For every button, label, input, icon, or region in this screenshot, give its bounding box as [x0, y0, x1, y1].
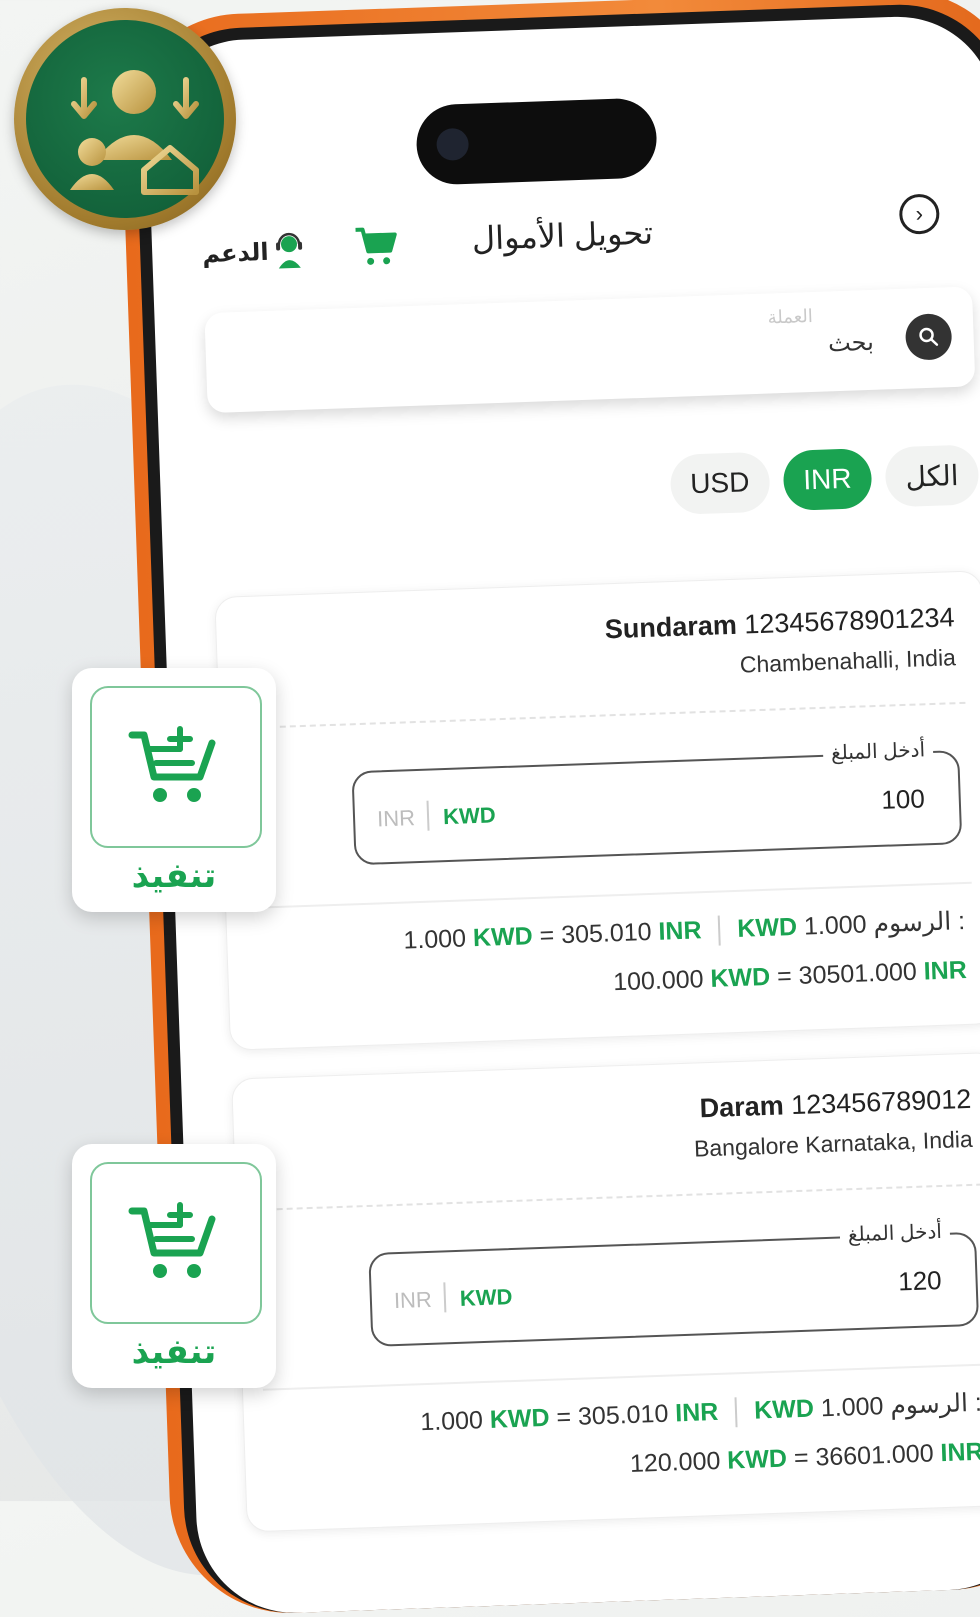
total-right-currency: INR	[923, 955, 968, 986]
fee-label: الرسوم :	[872, 906, 966, 939]
recipient-name-label: Sundaram	[604, 609, 738, 645]
total-line: 120.000 KWD = 36601.000 INR	[630, 1438, 980, 1479]
recipient-card: Daram 123456789012 Bangalore Karnataka, …	[231, 1051, 980, 1533]
currency-inr[interactable]: INR	[393, 1287, 432, 1314]
fee-rate-line: 1.000 KWD = 305.010 INR KWD 1.000 الرسوم…	[420, 1388, 980, 1439]
rate-right-amount: 305.010	[560, 917, 652, 950]
total-equals: =	[793, 1443, 810, 1473]
rate-right-amount: 305.010	[577, 1399, 669, 1431]
recipient-account: 123456789012	[790, 1083, 972, 1121]
currency-kwd[interactable]: KWD	[459, 1284, 512, 1312]
search-label: بحث	[827, 328, 875, 358]
amount-legend: أدخل المبلغ	[839, 1218, 951, 1248]
total-right-amount: 30501.000	[798, 957, 918, 990]
search-icon[interactable]	[904, 313, 953, 361]
recipient-name-label: Daram	[699, 1090, 785, 1124]
filter-chip-inr[interactable]: INR	[782, 448, 873, 512]
fee-label: الرسوم :	[889, 1388, 980, 1420]
total-equals: =	[776, 962, 793, 991]
add-to-cart-icon	[90, 1162, 262, 1324]
fee-separator	[734, 1397, 738, 1428]
add-to-cart-icon	[90, 686, 262, 848]
rate-left-amount: 1.000	[403, 924, 467, 955]
badge-inner	[26, 20, 224, 218]
recipient-card: Sundaram 12345678901234 Chambenahalli, I…	[214, 570, 980, 1051]
total-left-amount: 120.000	[629, 1446, 721, 1479]
recipient-name: Daram 123456789012	[699, 1084, 972, 1124]
fee-rate-line: 1.000 KWD = 305.010 INR KWD 1.000 الرسوم…	[403, 906, 966, 957]
card-divider	[262, 1363, 980, 1391]
fee-amount: 1.000	[803, 910, 868, 941]
total-left-currency: KWD	[726, 1444, 788, 1475]
recipient-account: 12345678901234	[743, 602, 955, 640]
total-left-amount: 100.000	[612, 965, 704, 997]
currency-inr[interactable]: INR	[377, 805, 416, 832]
total-left-currency: KWD	[709, 962, 771, 993]
total-right-currency: INR	[940, 1437, 980, 1468]
execute-button[interactable]: تنفيذ	[72, 1144, 276, 1388]
support-button[interactable]: الدعم	[202, 232, 306, 274]
execute-label: تنفيذ	[131, 1333, 217, 1371]
rate-left-amount: 1.000	[419, 1406, 484, 1437]
currency-separator	[426, 800, 430, 831]
recipient-name: Sundaram 12345678901234	[604, 602, 955, 645]
rate-right-currency: INR	[674, 1397, 719, 1428]
cart-icon[interactable]	[351, 220, 401, 270]
recipient-location: Chambenahalli, India	[739, 644, 957, 678]
search-bar[interactable]: العملة بحث	[204, 286, 976, 414]
card-divider	[256, 1183, 980, 1211]
total-right-amount: 36601.000	[814, 1439, 935, 1472]
amount-value: 100	[880, 783, 926, 815]
recipient-location: Bangalore Karnataka, India	[693, 1125, 974, 1162]
page-title: تحويل الأموال	[471, 214, 654, 257]
rate-left-currency: KWD	[472, 922, 534, 953]
total-line: 100.000 KWD = 30501.000 INR	[613, 956, 968, 997]
search-placeholder: العملة	[767, 305, 814, 328]
currency-filter: الكل INR USD	[669, 444, 980, 515]
filter-chip-all[interactable]: الكل	[884, 444, 980, 508]
fee-currency: KWD	[736, 912, 798, 943]
amount-legend: أدخل المبلغ	[822, 737, 934, 766]
amount-input[interactable]: أدخل المبلغ INR KWD 120	[368, 1218, 980, 1347]
execute-label: تنفيذ	[131, 857, 217, 895]
top-bar: الدعم تحويل الأموال ›	[181, 192, 971, 279]
amount-value: 120	[897, 1265, 943, 1297]
filter-chip-usd[interactable]: USD	[669, 451, 771, 515]
currency-kwd[interactable]: KWD	[443, 802, 496, 830]
fee-separator	[717, 915, 722, 946]
currency-separator	[443, 1282, 447, 1313]
support-label: الدعم	[201, 238, 270, 268]
card-divider	[239, 701, 966, 730]
rate-left-currency: KWD	[489, 1403, 550, 1434]
chevron-right-icon[interactable]: ›	[898, 193, 941, 235]
fee-amount: 1.000	[820, 1392, 884, 1423]
support-agent-icon	[274, 232, 305, 271]
card-divider	[246, 881, 972, 910]
rate-right-currency: INR	[657, 916, 702, 946]
amount-input[interactable]: أدخل المبلغ INR KWD 100	[351, 737, 963, 866]
rate-equals: =	[555, 1403, 572, 1432]
rate-equals: =	[539, 921, 555, 950]
execute-button[interactable]: تنفيذ	[72, 668, 276, 912]
family-transfer-badge-icon	[14, 8, 236, 230]
fee-currency: KWD	[753, 1394, 815, 1425]
